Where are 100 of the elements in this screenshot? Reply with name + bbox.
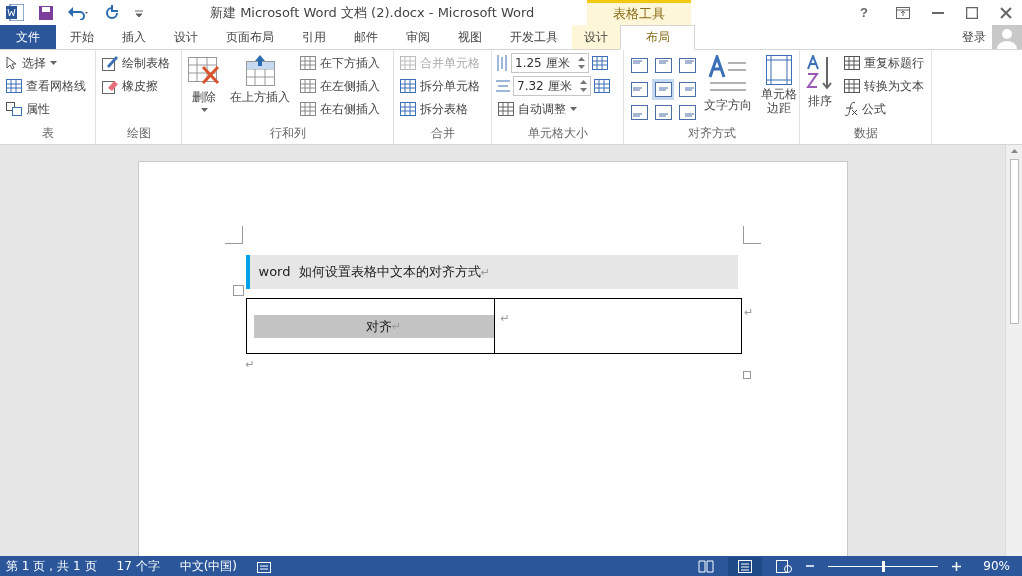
paragraph-mark: ↵ xyxy=(391,320,402,333)
ribbon-tab[interactable]: 布局 xyxy=(620,25,695,50)
read-mode-icon xyxy=(698,559,715,573)
scroll-thumb[interactable] xyxy=(1009,159,1019,324)
ribbon-button[interactable]: 转换为文本 xyxy=(842,76,926,96)
split-icon xyxy=(400,102,416,116)
page-count: 第 1 页，共 1 页 xyxy=(6,557,97,575)
ribbon-button[interactable]: 属性 xyxy=(4,99,88,119)
ribbon-tab[interactable]: 开始 xyxy=(56,25,108,49)
width-field[interactable]: 7.32 厘米 xyxy=(513,76,591,96)
insert-above-button[interactable]: 在上方插入 xyxy=(228,53,292,124)
word-logo-icon xyxy=(6,4,24,21)
insert-above-icon xyxy=(244,55,276,87)
undo-icon xyxy=(68,5,90,20)
align-icon xyxy=(630,81,648,97)
column-width-icon xyxy=(496,79,510,93)
ribbon-button[interactable]: 选择 xyxy=(4,53,88,73)
ribbon-button[interactable]: 在右侧插入 xyxy=(298,99,382,119)
align-button[interactable] xyxy=(652,55,674,76)
web-layout-icon xyxy=(776,559,793,573)
distribute-columns-icon xyxy=(594,79,610,93)
align-icon xyxy=(678,105,696,121)
align-button[interactable] xyxy=(676,55,698,76)
zoom-slider-thumb[interactable] xyxy=(882,560,886,572)
autofit-button[interactable]: 自动调整 xyxy=(496,99,610,119)
group-label: 表 xyxy=(40,125,55,142)
group-label: 对齐方式 xyxy=(686,125,737,142)
help-button[interactable]: ? xyxy=(854,4,874,21)
delete-button[interactable]: 删除 xyxy=(186,53,222,124)
split-icon xyxy=(400,56,416,70)
vertical-scrollbar[interactable] xyxy=(1005,145,1022,556)
cell-margins-button[interactable]: 单元格边距 xyxy=(758,53,800,124)
ribbon-button[interactable]: 在下方插入 xyxy=(298,53,382,73)
ribbon-button[interactable]: 绘制表格 xyxy=(100,53,172,73)
heading-text: word 如何设置表格中文本的对齐方式 xyxy=(258,263,481,281)
context-tab-group: 表格工具 xyxy=(587,0,691,25)
group-label: 绘图 xyxy=(125,125,152,142)
ribbon-display-icon xyxy=(896,6,910,19)
sort-button[interactable]: 排序 xyxy=(804,53,836,124)
align-icon xyxy=(654,81,672,97)
repeat-header-icon xyxy=(844,56,860,70)
table-move-handle[interactable] xyxy=(232,285,244,296)
properties-icon xyxy=(6,102,22,116)
zoom-level[interactable]: 90% xyxy=(983,559,1010,573)
maximize-icon xyxy=(966,6,978,19)
align-icon xyxy=(678,81,696,97)
text-direction-button[interactable]: 文字方向 xyxy=(702,53,754,124)
eraser-icon xyxy=(102,78,118,94)
ribbon-button[interactable]: 在左侧插入 xyxy=(298,76,382,96)
ribbon-tab[interactable]: 邮件 xyxy=(340,25,392,49)
caret-icon xyxy=(200,108,208,112)
ribbon-tab[interactable]: 设计 xyxy=(572,25,620,49)
align-icon xyxy=(630,105,648,121)
ribbon-tab[interactable]: 引用 xyxy=(288,25,340,49)
ribbon-tab[interactable]: 设计 xyxy=(160,25,212,49)
ribbon-tab[interactable]: 开发工具 xyxy=(496,25,572,49)
insert-row-icon xyxy=(300,79,316,93)
row-end-mark: ↵ xyxy=(744,306,754,319)
ribbon-tab[interactable]: 页面布局 xyxy=(212,25,288,49)
cursor-icon xyxy=(6,56,18,70)
ribbon-button[interactable]: 橡皮擦 xyxy=(100,76,172,96)
grid-icon xyxy=(6,79,22,93)
ribbon-tab[interactable]: 审阅 xyxy=(392,25,444,49)
ribbon-tab[interactable]: 视图 xyxy=(444,25,496,49)
crop-mark xyxy=(742,226,761,244)
align-button[interactable] xyxy=(652,78,674,100)
ribbon-button[interactable]: 重复标题行 xyxy=(842,53,926,73)
spinner-arrows-icon[interactable] xyxy=(578,56,585,70)
ribbon-tab[interactable]: 插入 xyxy=(108,25,160,49)
print-layout-icon xyxy=(738,559,753,573)
crop-mark xyxy=(224,226,243,244)
minimize-icon xyxy=(932,11,944,14)
distribute-rows-icon xyxy=(592,56,608,70)
group-label: 合并 xyxy=(429,125,456,142)
align-button[interactable] xyxy=(628,55,650,76)
close-icon xyxy=(1000,6,1012,19)
table-resize-handle[interactable] xyxy=(742,371,751,379)
paragraph-mark: ↵ xyxy=(500,312,510,325)
insert-row-icon xyxy=(300,102,316,116)
ribbon-button[interactable]: 公式 xyxy=(842,99,926,119)
ribbon-button[interactable]: 拆分单元格 xyxy=(398,76,482,96)
group-label: 数据 xyxy=(852,125,879,142)
group-label: 行和列 xyxy=(268,125,307,142)
ribbon-button[interactable]: 拆分表格 xyxy=(398,99,482,119)
height-field[interactable]: 1.25 厘米 xyxy=(511,53,589,73)
align-icon xyxy=(678,58,696,73)
paragraph-mark: ↵ xyxy=(245,358,256,371)
cell-text: 对齐 xyxy=(365,317,392,336)
align-icon xyxy=(654,58,672,73)
word-count: 17 个字 xyxy=(116,557,160,575)
ribbon-tab[interactable]: 文件 xyxy=(0,25,56,49)
paragraph-mark: ↵ xyxy=(480,265,490,279)
spinner-arrows-icon[interactable] xyxy=(580,79,587,93)
sign-in-link[interactable]: 登录 xyxy=(962,28,986,46)
ribbon-button[interactable]: 查看网格线 xyxy=(4,76,88,96)
zoom-in-button[interactable] xyxy=(952,561,962,571)
save-icon xyxy=(38,4,54,21)
scroll-up-icon[interactable] xyxy=(1010,149,1018,153)
language: 中文(中国) xyxy=(179,557,237,575)
split-icon xyxy=(400,79,416,93)
